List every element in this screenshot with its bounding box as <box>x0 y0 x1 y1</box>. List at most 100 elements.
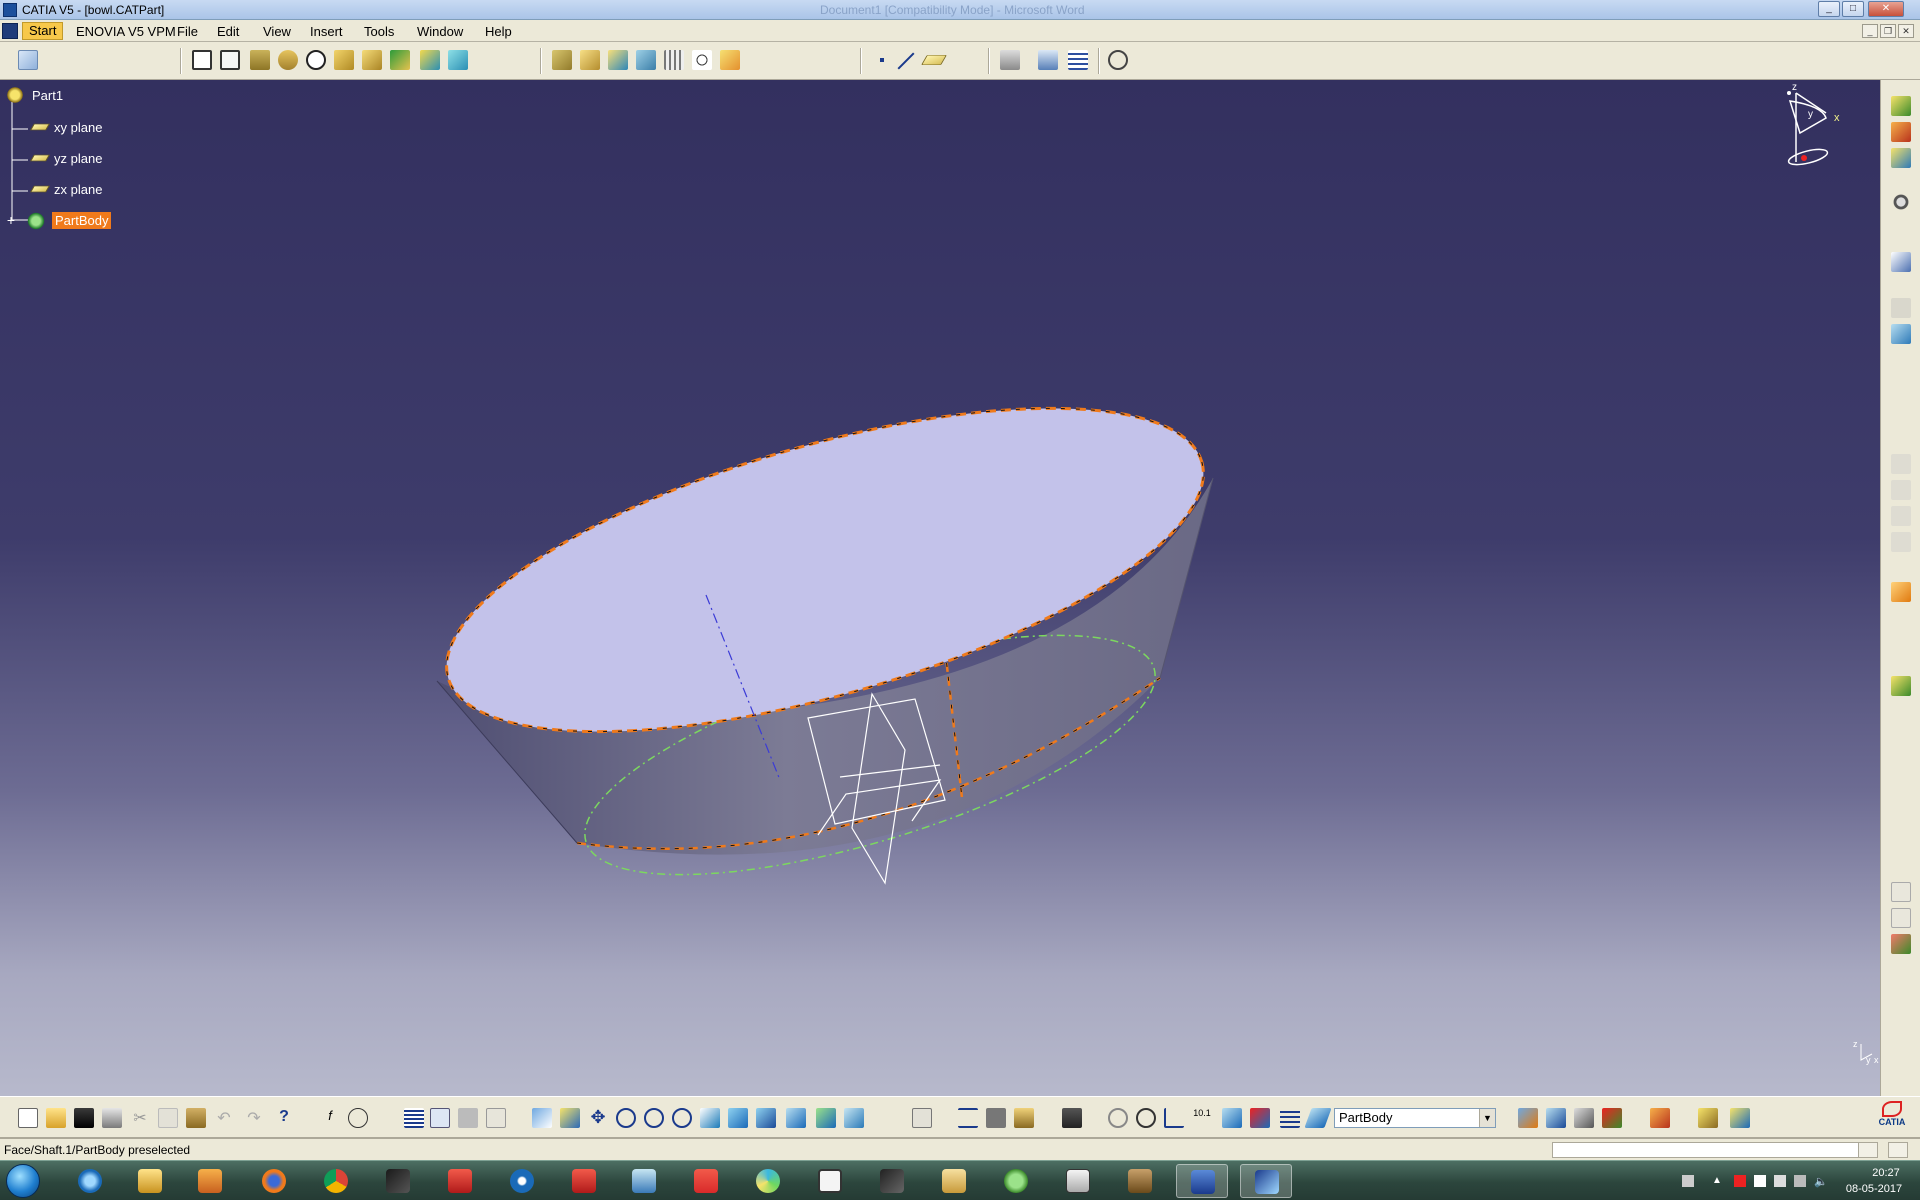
axis-system-icon[interactable] <box>1164 1108 1184 1128</box>
surface-icon[interactable] <box>1891 96 1911 116</box>
tree-item-yz-plane[interactable]: yz plane <box>30 151 102 166</box>
taskbar-sticky-notes[interactable] <box>804 1164 856 1198</box>
rib-icon[interactable] <box>334 50 354 70</box>
copy-icon[interactable] <box>158 1108 178 1128</box>
taskbar-chrome[interactable] <box>310 1164 362 1198</box>
catalog-icon[interactable] <box>1038 50 1058 70</box>
instantiate-icon[interactable] <box>1891 676 1911 696</box>
menu-view[interactable]: View <box>263 24 291 39</box>
formula-icon[interactable]: f <box>320 1108 340 1128</box>
draft-icon[interactable] <box>608 50 628 70</box>
taskbar-teamviewer[interactable] <box>496 1164 548 1198</box>
taskbar-paint[interactable] <box>742 1164 794 1198</box>
gear-icon[interactable] <box>1891 192 1911 212</box>
design-table-icon[interactable] <box>404 1108 424 1128</box>
usb-icon[interactable] <box>1774 1175 1786 1187</box>
taskbar-winrar[interactable] <box>1114 1164 1166 1198</box>
select-cursor-icon[interactable] <box>1891 582 1911 602</box>
snap-point-icon[interactable]: 10.1 <box>1192 1108 1212 1128</box>
transform-icon[interactable] <box>1891 148 1911 168</box>
pad-icon[interactable] <box>250 50 270 70</box>
workbench-switch-icon[interactable] <box>1602 1108 1622 1128</box>
taskbar-catia[interactable] <box>372 1164 424 1198</box>
knowledge-icon[interactable] <box>348 1108 368 1128</box>
fillet-icon[interactable] <box>552 50 572 70</box>
fit-icon[interactable] <box>1108 50 1128 70</box>
chamfer-icon[interactable] <box>580 50 600 70</box>
taskbar-internet-explorer[interactable] <box>64 1164 116 1198</box>
boolean-icon[interactable] <box>1891 122 1911 142</box>
replace-face-icon[interactable] <box>720 50 740 70</box>
taskbar-3d-app[interactable] <box>866 1164 918 1198</box>
redo-icon[interactable]: ↷ <box>244 1108 264 1128</box>
tree-expand-icon[interactable]: + <box>5 213 17 227</box>
assemble-icon[interactable] <box>1891 506 1911 526</box>
view-mode-icon[interactable] <box>756 1108 776 1128</box>
remove-icon[interactable] <box>1891 532 1911 552</box>
quick-view-icon[interactable] <box>728 1108 748 1128</box>
taskbar-firefox[interactable] <box>248 1164 300 1198</box>
menu-enovia[interactable]: ENOVIA V5 VPM <box>76 24 176 39</box>
pan-icon[interactable]: ✥ <box>588 1108 608 1128</box>
tree-item-zx-plane[interactable]: zx plane <box>30 182 102 197</box>
body-select-dropdown[interactable]: PartBody ▼ <box>1334 1108 1496 1128</box>
line-icon[interactable] <box>896 50 916 70</box>
taskbar-book[interactable] <box>928 1164 980 1198</box>
settings-wheel-icon[interactable] <box>1574 1108 1594 1128</box>
point-icon[interactable] <box>872 50 892 70</box>
multi-section-solid-icon[interactable] <box>390 50 410 70</box>
graph-icon[interactable] <box>1546 1108 1566 1128</box>
network-icon[interactable] <box>1794 1175 1806 1187</box>
axis-system-icon[interactable] <box>692 50 712 70</box>
undo-icon[interactable]: ↶ <box>214 1108 234 1128</box>
menu-file[interactable]: File <box>177 24 198 39</box>
minimize-button[interactable]: _ <box>1818 1 1840 17</box>
plane-icon[interactable] <box>921 55 947 65</box>
cut-icon[interactable]: ✂ <box>130 1108 150 1128</box>
open-icon[interactable] <box>46 1108 66 1128</box>
paint-icon[interactable] <box>1518 1108 1538 1128</box>
tree-item-xy-plane[interactable]: xy plane <box>30 120 102 135</box>
status-button-right[interactable] <box>1888 1142 1908 1158</box>
bowl-geometry-canvas[interactable]: z y x z y x <box>0 80 1880 1096</box>
fly-mode-icon[interactable] <box>532 1108 552 1128</box>
grid-icon[interactable] <box>1068 50 1088 70</box>
fit-all-icon[interactable] <box>560 1108 580 1128</box>
taskbar-acrobat[interactable] <box>558 1164 610 1198</box>
menu-start[interactable]: Start <box>22 22 64 40</box>
maximize-button[interactable]: □ <box>1842 1 1864 17</box>
tree-root-part1[interactable]: Part1 <box>6 86 63 104</box>
solid-combine-icon[interactable] <box>448 50 468 70</box>
measure-inertia-icon[interactable] <box>986 1108 1006 1128</box>
menu-insert[interactable]: Insert <box>310 24 343 39</box>
print-icon[interactable] <box>102 1108 122 1128</box>
copy-body-icon[interactable] <box>1891 454 1911 474</box>
constraint-icon[interactable] <box>1891 298 1911 318</box>
save-icon[interactable] <box>74 1108 94 1128</box>
start-button[interactable] <box>6 1164 40 1198</box>
shaft-icon[interactable] <box>278 50 298 70</box>
chevron-down-icon[interactable]: ▼ <box>1479 1109 1495 1127</box>
mdi-restore-button[interactable]: ❐ <box>1880 24 1896 38</box>
catia-logo-icon[interactable] <box>2 23 18 39</box>
globe-icon[interactable] <box>1136 1108 1156 1128</box>
apply-material-icon[interactable] <box>844 1108 864 1128</box>
law-icon[interactable] <box>430 1108 450 1128</box>
catia-app-icon[interactable] <box>3 3 17 17</box>
volume-icon[interactable]: 🔈 <box>1814 1175 1828 1188</box>
taskbar-media-player[interactable] <box>184 1164 236 1198</box>
close-button[interactable]: ✕ <box>1868 1 1904 17</box>
swap-space-icon[interactable] <box>816 1108 836 1128</box>
sketch-icon[interactable] <box>192 50 212 70</box>
slot-icon[interactable] <box>362 50 382 70</box>
keyboard-icon[interactable] <box>1682 1175 1694 1187</box>
apply-weight-icon[interactable] <box>1014 1108 1034 1128</box>
shell-icon[interactable] <box>636 50 656 70</box>
layers-icon[interactable] <box>1280 1108 1300 1128</box>
zoom-out-icon[interactable] <box>672 1108 692 1128</box>
normal-view-icon[interactable] <box>700 1108 720 1128</box>
tree-item-partbody[interactable]: PartBody <box>26 211 112 231</box>
measure-item-icon[interactable] <box>958 1108 978 1128</box>
hand-icon[interactable] <box>1650 1108 1670 1128</box>
stiffener-icon[interactable] <box>420 50 440 70</box>
